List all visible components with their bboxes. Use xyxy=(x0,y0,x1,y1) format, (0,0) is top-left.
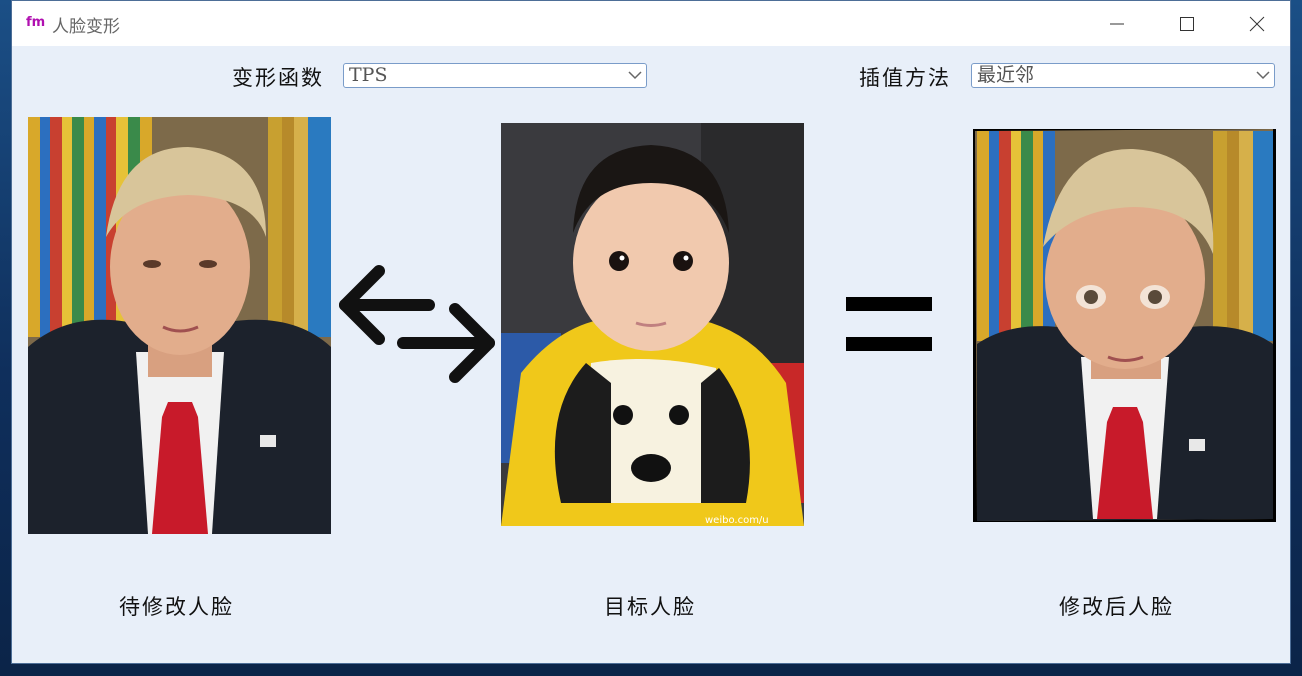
warp-function-label: 变形函数 xyxy=(232,66,324,90)
target-caption: 目标人脸 xyxy=(604,595,696,619)
minimize-button[interactable] xyxy=(1082,1,1152,46)
minimize-icon xyxy=(1110,23,1124,24)
interpolation-select[interactable]: 最近邻 xyxy=(971,63,1275,88)
equals-icon xyxy=(846,297,932,351)
window-title: 人脸变形 xyxy=(52,17,120,37)
warp-function-value: TPS xyxy=(349,64,388,86)
interpolation-label: 插值方法 xyxy=(859,66,951,90)
chevron-down-icon xyxy=(628,71,642,80)
result-caption: 修改后人脸 xyxy=(1059,595,1174,619)
warp-function-select[interactable]: TPS xyxy=(343,63,647,88)
watermark-text: weibo.com/u xyxy=(705,515,769,526)
source-caption: 待修改人脸 xyxy=(119,595,234,619)
interpolation-value: 最近邻 xyxy=(977,64,1035,86)
maximize-icon xyxy=(1180,16,1194,31)
chevron-down-icon xyxy=(1256,71,1270,80)
app-window: fm 人脸变形 变形函数 TPS 插值方法 最近邻 weibo.com/u 待修… xyxy=(11,0,1291,664)
close-icon xyxy=(1249,16,1265,31)
maximize-button[interactable] xyxy=(1152,1,1222,46)
source-face-image xyxy=(28,117,331,534)
result-face-image xyxy=(973,129,1276,522)
app-logo: fm xyxy=(26,15,46,30)
title-bar[interactable]: fm 人脸变形 xyxy=(12,1,1290,46)
swap-arrows-icon xyxy=(339,265,495,383)
target-face-image: weibo.com/u xyxy=(501,123,804,526)
close-button[interactable] xyxy=(1222,1,1292,46)
